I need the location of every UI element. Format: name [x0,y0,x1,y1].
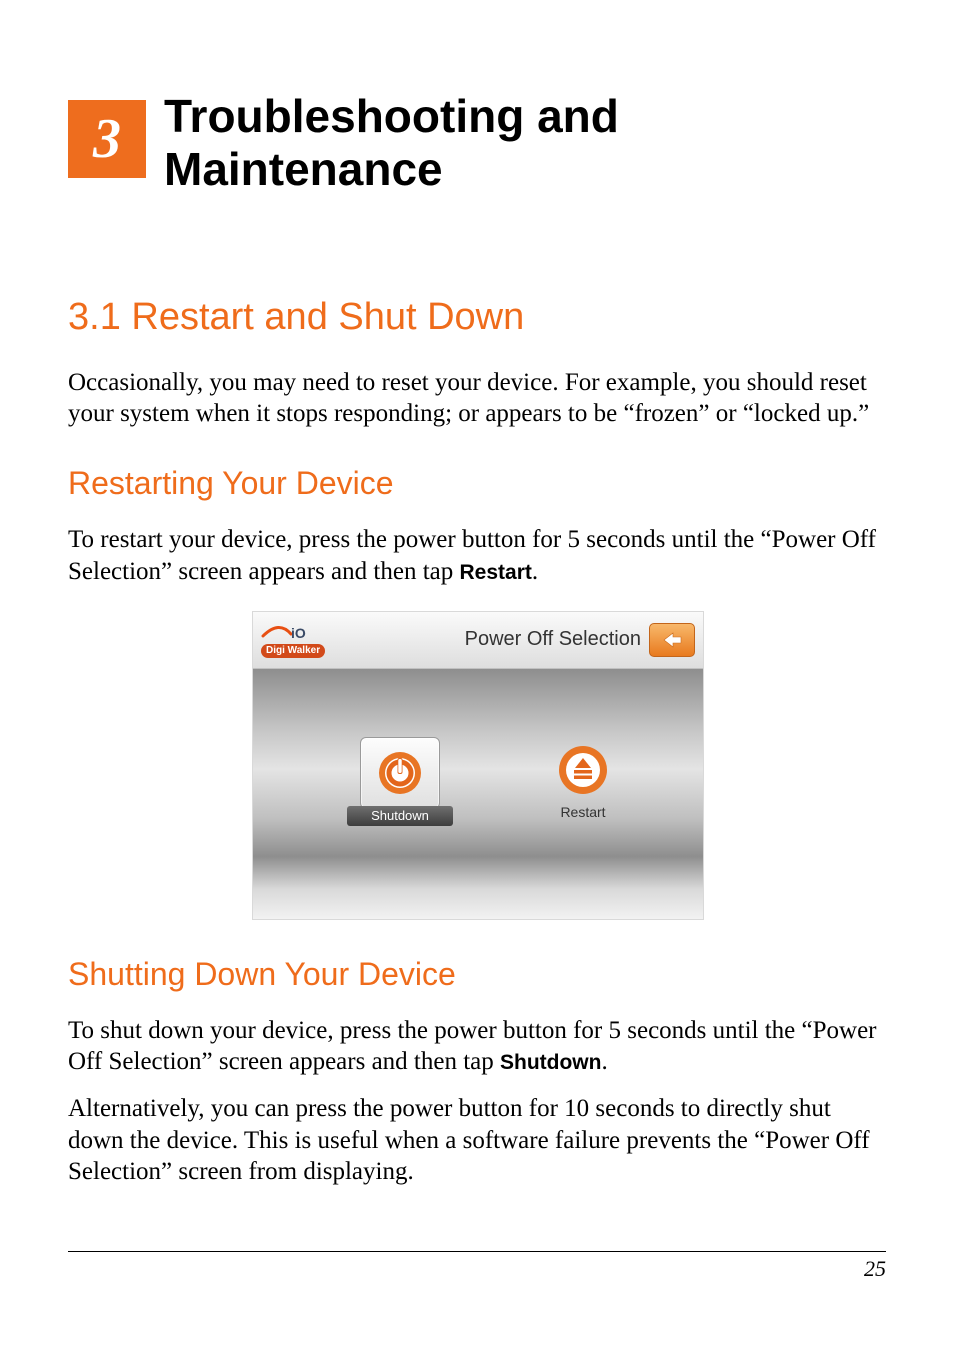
shutdown-paragraph-1: To shut down your device, press the powe… [68,1015,886,1078]
device-screenshot-figure: iO Digi Walker Power Off Selection [252,611,702,920]
device-frame: iO Digi Walker Power Off Selection [252,611,704,920]
shutdown-button[interactable] [360,737,440,809]
back-button[interactable] [649,623,695,657]
restart-button-label: Restart [560,804,605,820]
device-header: iO Digi Walker Power Off Selection [253,612,703,669]
chapter-header: 3 Troubleshooting and Maintenance [68,90,886,196]
page-number: 25 [68,1256,886,1282]
device-logo-badge: Digi Walker [261,644,325,658]
chapter-title: Troubleshooting and Maintenance [164,90,886,196]
restart-button[interactable] [557,744,609,796]
shutdown-p1-bold: Shutdown [500,1051,601,1074]
power-icon [377,750,423,796]
chapter-number: 3 [93,111,121,167]
subheading-shutting-down: Shutting Down Your Device [68,956,886,993]
subheading-restarting: Restarting Your Device [68,465,886,502]
section-3-1-intro: Occasionally, you may need to reset your… [68,367,886,430]
back-arrow-icon [661,631,683,649]
mio-logo-icon: iO [261,622,321,642]
restart-button-group: Restart [557,744,609,820]
shutdown-button-group: Shutdown [347,737,453,826]
shutdown-paragraph-2: Alternatively, you can press the power b… [68,1093,886,1187]
shutdown-p1-suffix: . [601,1048,607,1075]
footer-rule [68,1251,886,1252]
restart-para-bold: Restart [460,561,532,584]
device-logo: iO Digi Walker [261,622,325,658]
shutdown-button-label: Shutdown [347,806,453,826]
page-footer: 25 [68,1251,886,1282]
restart-paragraph: To restart your device, press the power … [68,524,886,587]
restart-icon [557,744,609,796]
section-heading-3-1: 3.1 Restart and Shut Down [68,296,886,339]
restart-para-suffix: . [532,558,538,585]
mio-logo-text: iO [291,625,306,641]
device-header-title: Power Off Selection [325,628,649,651]
device-body: Shutdown Restart [253,669,703,919]
shutdown-p1-prefix: To shut down your device, press the powe… [68,1017,877,1075]
document-page: 3 Troubleshooting and Maintenance 3.1 Re… [0,0,954,1352]
chapter-number-box: 3 [68,100,146,178]
